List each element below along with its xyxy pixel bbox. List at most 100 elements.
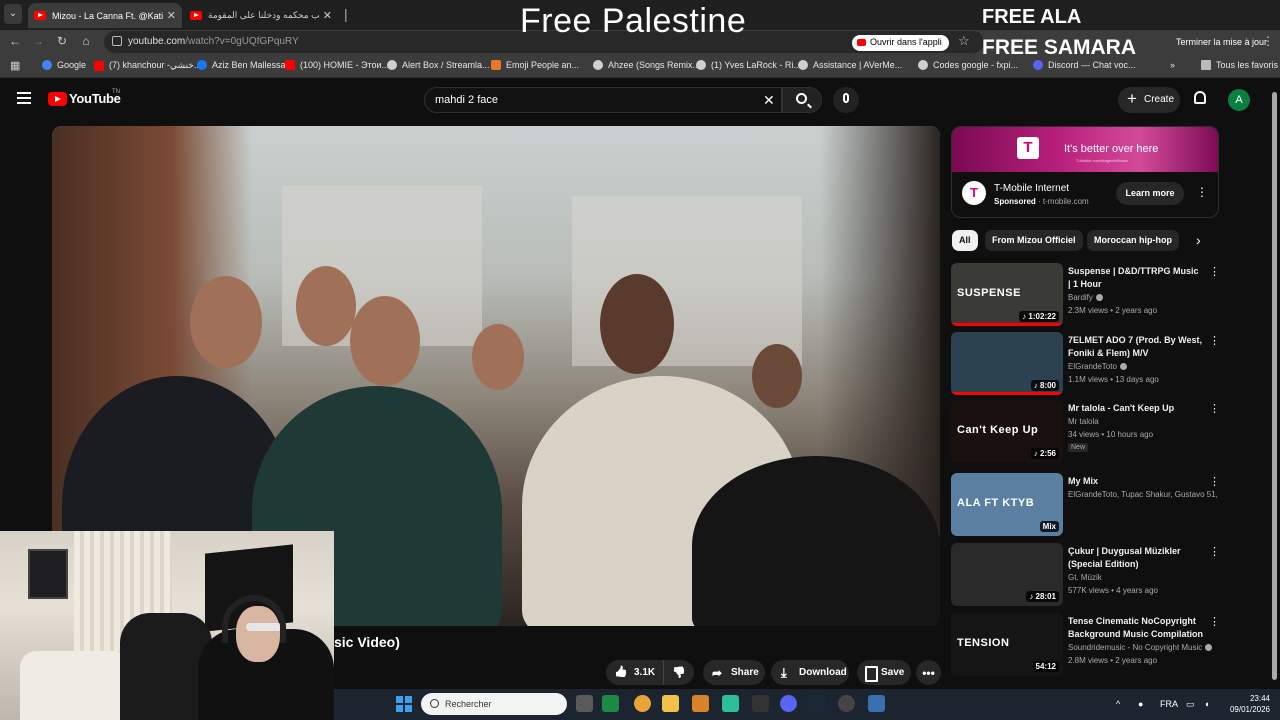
chip-moroccan-hip-hop[interactable]: Moroccan hip-hop — [1087, 230, 1179, 251]
back-icon[interactable]: ← — [7, 34, 23, 48]
input-language[interactable]: FRA — [1160, 699, 1178, 709]
video-options-icon[interactable]: ⋮ — [1209, 475, 1220, 488]
video-thumbnail[interactable]: ♪ 8:00 — [951, 332, 1063, 395]
bookmark-item[interactable]: (7) khanchour -خنشي... — [94, 60, 201, 71]
video-thumbnail[interactable]: Can't Keep Up ♪ 2:56 — [951, 400, 1063, 463]
search-input[interactable]: mahdi 2 face ✕ — [424, 87, 782, 113]
tray-chevron-icon[interactable]: ^ — [1116, 699, 1120, 709]
chrome-icon[interactable] — [634, 695, 651, 712]
channel-name[interactable]: Mr talola — [1068, 417, 1218, 426]
video-thumbnail[interactable]: SUSPENSE ♪ 1:02:22 — [951, 263, 1063, 326]
recommendation-item[interactable]: TENSION 54:12 Tense Cinematic NoCopyright … — [951, 613, 1220, 679]
channel-name[interactable]: Bardify — [1068, 293, 1218, 302]
ad-title[interactable]: T-Mobile Internet — [994, 183, 1069, 194]
video-thumbnail[interactable]: ♪ 28:01 — [951, 543, 1063, 606]
save-button[interactable]: Save — [857, 660, 911, 685]
video-thumbnail[interactable]: TENSION 54:12 — [951, 613, 1063, 676]
account-avatar[interactable]: A — [1228, 89, 1250, 111]
video-title[interactable]: Mr talola - Can't Keep Up — [1068, 402, 1203, 415]
app-icon[interactable] — [692, 695, 709, 712]
browser-tab[interactable]: كليب محكمه ودخلنا على المقومة ✕ — [184, 3, 338, 28]
sponsored-ad-card[interactable]: T It's better over here T-Mobile.com/Mag… — [951, 126, 1219, 218]
task-view-icon[interactable] — [576, 695, 593, 712]
bookmark-item[interactable]: Codes google - fxpi... — [918, 60, 1018, 70]
menu-icon[interactable] — [17, 92, 31, 104]
tray-mic-icon[interactable]: ● — [1138, 699, 1143, 709]
video-title[interactable]: Tense Cinematic NoCopyright Background M… — [1068, 615, 1203, 641]
notifications-bell-icon[interactable] — [1194, 91, 1206, 104]
site-info-icon[interactable] — [112, 36, 122, 46]
bookmark-item[interactable]: (100) HOMIE - Этои... — [285, 60, 389, 70]
video-options-icon[interactable]: ⋮ — [1209, 615, 1220, 628]
chevron-right-icon[interactable]: › — [1196, 232, 1201, 248]
taskbar-clock[interactable]: 23:44 09/01/2026 — [1226, 693, 1270, 715]
tab-close-icon[interactable]: ✕ — [323, 9, 332, 22]
bookmark-item[interactable]: (1) Yves LaRock - Ri... — [696, 60, 801, 70]
like-button[interactable]: 3.1K — [606, 660, 664, 685]
app-icon[interactable] — [752, 695, 769, 712]
network-icon[interactable]: ▭ — [1186, 699, 1195, 710]
clear-search-icon[interactable]: ✕ — [763, 92, 775, 109]
home-icon[interactable]: ⌂ — [78, 34, 94, 48]
app-icon[interactable] — [722, 695, 739, 712]
ad-banner[interactable]: T It's better over here T-Mobile.com/Mag… — [952, 127, 1218, 172]
chip-from-channel[interactable]: From Mizou Officiel — [985, 230, 1083, 251]
create-button[interactable]: Create — [1118, 87, 1180, 113]
bookmark-item[interactable]: Assistance | AVerMe... — [798, 60, 902, 70]
channel-name[interactable]: ElGrandeToto — [1068, 362, 1218, 371]
more-actions-button[interactable]: ••• — [916, 660, 941, 685]
chip-all[interactable]: All — [952, 230, 978, 251]
reload-icon[interactable]: ↻ — [54, 34, 70, 48]
forward-icon[interactable]: → — [30, 34, 46, 48]
bookmark-item[interactable]: Discord — Chat voc... — [1033, 60, 1136, 70]
file-explorer-icon[interactable] — [662, 695, 679, 712]
channel-name[interactable]: Gt. Müzik — [1068, 573, 1218, 582]
video-options-icon[interactable]: ⋮ — [1209, 545, 1220, 558]
tab-search-button[interactable]: ⌄ — [4, 4, 22, 24]
settings-icon[interactable] — [868, 695, 885, 712]
discord-taskbar-icon[interactable] — [780, 695, 797, 712]
recommendation-item[interactable]: ♪ 28:01 Çukur | Duygusal Müzikler (Specia… — [951, 543, 1220, 609]
search-button[interactable] — [782, 87, 822, 113]
steam-icon[interactable] — [808, 695, 825, 712]
browser-tab-active[interactable]: Mizou - La Canna Ft. @KatibaSe ✕ — [28, 3, 182, 28]
video-thumbnail[interactable]: ALA FT KTYB Mix — [951, 473, 1063, 536]
video-options-icon[interactable]: ⋮ — [1209, 265, 1220, 278]
voice-search-button[interactable] — [833, 87, 859, 113]
share-button[interactable]: Share — [703, 660, 765, 685]
browser-menu-icon[interactable]: ⋮ — [1262, 34, 1274, 48]
nvidia-app-icon[interactable] — [602, 695, 619, 712]
obs-icon[interactable] — [838, 695, 855, 712]
recommendation-item[interactable]: Can't Keep Up ♪ 2:56 Mr talola - Can't Kee… — [951, 400, 1220, 466]
video-title[interactable]: My Mix — [1068, 475, 1203, 488]
volume-icon[interactable]: ◖ — [1204, 699, 1209, 709]
open-in-app-button[interactable]: Ouvrir dans l'appli — [852, 35, 949, 51]
bookmark-item[interactable]: Emoji People an... — [491, 60, 579, 70]
youtube-logo-icon[interactable] — [48, 92, 67, 106]
dislike-button[interactable]: 👎 — [664, 666, 694, 679]
bookmark-item[interactable]: Aziz Ben Mallessa — [197, 60, 286, 70]
taskbar-search-input[interactable]: Rechercher — [421, 693, 567, 715]
tab-close-icon[interactable]: ✕ — [167, 9, 176, 22]
video-options-icon[interactable]: ⋮ — [1209, 334, 1220, 347]
video-options-icon[interactable]: ⋮ — [1209, 402, 1220, 415]
download-button[interactable]: Download — [771, 660, 849, 685]
scrollbar-thumb[interactable] — [1272, 92, 1277, 680]
finish-update-button[interactable]: Terminer la mise à jour — [1176, 37, 1267, 47]
ad-options-icon[interactable]: ⋮ — [1196, 185, 1208, 199]
new-tab-icon[interactable]: | — [344, 6, 348, 22]
channel-name[interactable]: Soundridemusic - No Copyright Music — [1068, 643, 1218, 652]
advertiser-avatar[interactable]: T — [962, 181, 986, 205]
video-title[interactable]: Çukur | Duygusal Müzikler (Special Editi… — [1068, 545, 1203, 571]
recommendation-item[interactable]: ALA FT KTYB Mix My Mix ElGrandeToto, Tupac … — [951, 473, 1220, 539]
windows-start-icon[interactable] — [396, 696, 412, 712]
all-bookmarks-folder[interactable]: Tous les favoris — [1201, 60, 1278, 70]
video-title[interactable]: Suspense | D&D/TTRPG Music | 1 Hour — [1068, 265, 1203, 291]
bookmark-item[interactable]: Alert Box / Streamla... — [387, 60, 490, 70]
learn-more-button[interactable]: Learn more — [1116, 182, 1184, 205]
bookmark-item[interactable]: Google — [42, 60, 86, 70]
bookmark-item[interactable]: Ahzee (Songs Remix... — [593, 60, 700, 70]
recommendation-item[interactable]: SUSPENSE ♪ 1:02:22 Suspense | D&D/TTRPG Mu… — [951, 263, 1220, 329]
recommendation-item[interactable]: ♪ 8:00 7ELMET ADO 7 (Prod. By West, Fonik… — [951, 332, 1220, 398]
bookmarks-overflow-icon[interactable]: » — [1170, 60, 1175, 70]
